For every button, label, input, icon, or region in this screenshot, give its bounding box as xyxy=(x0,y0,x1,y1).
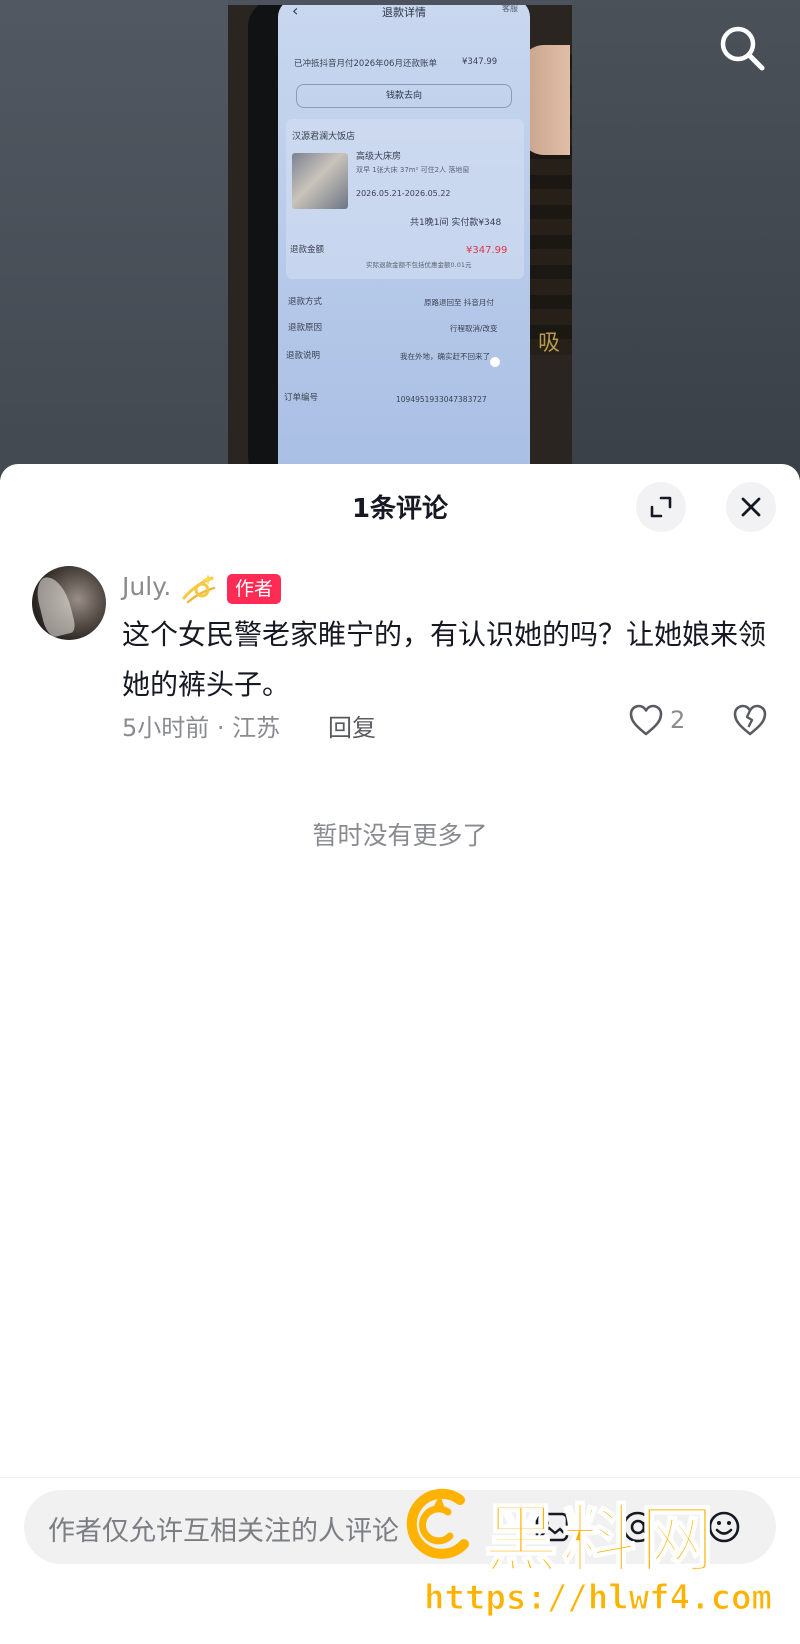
search-icon xyxy=(720,26,765,71)
comment-text[interactable]: 这个女民警老家睢宁的，有认识她的吗？让她娘来领她的裤头子。 xyxy=(122,610,772,710)
comment-item: July. 作者 这个女民警老家睢宁的，有认识她的吗？让她娘来领她的裤头子。 5… xyxy=(0,560,800,760)
refund-method: 原路退回至 抖音月付 xyxy=(424,298,494,307)
statement-label: 已冲抵抖音月付2026年06月还款账单 xyxy=(294,59,437,69)
comment-time-location: 5小时前 · 江苏 xyxy=(122,714,281,742)
help-label: 客服 xyxy=(502,5,518,13)
refund-desc-label: 退款说明 xyxy=(286,351,321,361)
sparkle-emoji-icon xyxy=(182,574,216,604)
comment-input-placeholder: 作者仅允许互相关注的人评论 xyxy=(48,1516,399,1547)
emoji-icon[interactable] xyxy=(704,1507,744,1547)
room-name: 高级大床房 xyxy=(356,152,402,162)
reply-button[interactable]: 回复 xyxy=(328,708,376,743)
expand-icon xyxy=(650,496,672,518)
comment-username[interactable]: July. xyxy=(122,572,171,601)
stay-dates: 2026.05.21-2026.05.22 xyxy=(356,189,451,198)
backdrop-left xyxy=(0,0,228,480)
room-desc: 双早 1张大床 37m² 可住2人 落地窗 xyxy=(356,166,470,174)
like-button[interactable]: 2 xyxy=(628,700,685,740)
close-button[interactable] xyxy=(726,482,776,532)
like-count: 2 xyxy=(670,706,686,734)
order-no-label: 订单编号 xyxy=(284,393,319,403)
avatar[interactable] xyxy=(32,566,106,640)
video-backdrop: 吸 ‹ 退款详情 客服 已冲抵抖音月付2026年06月还款账单 ¥347.99 … xyxy=(0,0,800,480)
hotel-name: 汉源君澜大饭店 xyxy=(292,132,356,142)
refund-desc: 我在外地，确实赶不回来了 xyxy=(400,352,490,361)
expand-button[interactable] xyxy=(636,482,686,532)
carousel-dot xyxy=(490,357,500,367)
photo-frame: 吸 ‹ 退款详情 客服 已冲抵抖音月付2026年06月还款账单 ¥347.99 … xyxy=(228,5,572,475)
author-badge: 作者 xyxy=(227,574,282,604)
photographed-phone: ‹ 退款详情 客服 已冲抵抖音月付2026年06月还款账单 ¥347.99 钱款… xyxy=(248,5,530,475)
comment-input-bar: 作者仅允许互相关注的人评论 xyxy=(0,1477,800,1644)
no-more-text: 暂时没有更多了 xyxy=(312,821,488,850)
search-button[interactable] xyxy=(716,22,768,74)
dislike-button[interactable] xyxy=(730,700,770,740)
refund-method-label: 退款方式 xyxy=(288,297,323,307)
comment-sheet: 1条评论 July. 作者 这个女民警老家睢宁的，有认识她的吗？让她娘来领她的裤… xyxy=(0,464,800,1644)
money-flow-button: 钱款去向 xyxy=(296,84,512,108)
broken-heart-icon xyxy=(733,704,767,736)
refund-reason: 行程取消/改变 xyxy=(450,324,498,333)
room-thumbnail xyxy=(292,153,348,209)
image-icon[interactable] xyxy=(532,1507,572,1547)
refund-reason-label: 退款原因 xyxy=(288,323,323,333)
box-text: 吸 xyxy=(538,331,561,356)
order-no: 1094951933047383727 xyxy=(396,395,487,404)
paid-summary: 共1晚1间 实付款¥348 xyxy=(410,218,502,228)
close-icon xyxy=(741,497,761,517)
statement-amount: ¥347.99 xyxy=(462,57,498,67)
refund-note: 实际退款金额不包括优惠金额0.01元 xyxy=(366,261,472,269)
heart-icon xyxy=(629,704,663,736)
screen-title: 退款详情 xyxy=(382,6,426,19)
refund-amount: ¥347.99 xyxy=(466,245,508,256)
refund-amount-label: 退款金额 xyxy=(290,245,325,255)
phone-screen: ‹ 退款详情 客服 已冲抵抖音月付2026年06月还款账单 ¥347.99 钱款… xyxy=(278,5,530,469)
comment-input[interactable]: 作者仅允许互相关注的人评论 xyxy=(24,1490,776,1564)
at-icon[interactable] xyxy=(618,1507,658,1547)
